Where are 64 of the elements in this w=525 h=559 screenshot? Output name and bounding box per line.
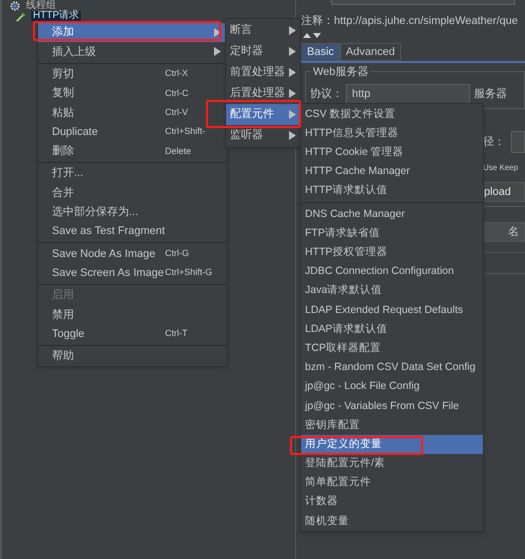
menu-item[interactable]: jp@gc - Lock File Config [301,378,483,397]
menu-item[interactable]: LDAP请求默认值 [301,320,483,340]
menu-item[interactable]: Toggle Ctrl-T [38,324,227,344]
menu-item[interactable]: 断言 [226,20,300,41]
menu-item[interactable]: 插入上级 [38,42,227,62]
protocol-field[interactable]: http [346,84,470,105]
menu-item[interactable]: 后置处理器 [226,83,300,104]
menu-item[interactable]: 剪切 Ctrl-X [38,64,227,84]
comment-label: 注释： [301,14,334,29]
menu-item[interactable]: TCP取样器配置 [301,339,483,358]
menu-item[interactable]: JDBC Connection Configuration [301,262,483,282]
path-label: 径： [483,134,505,150]
menu-item[interactable]: 复制 Ctrl-C [38,84,227,104]
column-header: 名 [508,224,519,240]
menu-item[interactable]: Save Node As Image Ctrl-G [38,244,227,264]
server-label: 服务器 [474,86,507,102]
submenu-arrow-icon [289,110,296,119]
submenu-arrow-icon [289,68,296,77]
collapse-arrows-icon [303,32,323,39]
menu-item[interactable]: 选中部分保存为... [38,202,227,222]
menu-item[interactable]: HTTP信息头管理器 [301,124,483,144]
comment-field[interactable]: http://apis.juhe.cn/simpleWeather/que [334,12,525,30]
menu-item[interactable]: 帮助 [38,346,227,366]
menu-item[interactable]: jp@gc - Variables From CSV File [301,396,483,416]
tree-item[interactable]: 线程组 [24,1,58,11]
menu-item[interactable]: 合并 [38,183,227,203]
gear-icon [10,1,20,11]
path-field[interactable] [511,131,525,153]
menu-item[interactable]: bzm - Random CSV Data Set Config [301,358,483,378]
protocol-label: 协议： [310,86,344,102]
menu-item[interactable]: 监听器 [226,125,300,146]
menu-item[interactable]: Duplicate Ctrl+Shift- [38,122,227,142]
tab[interactable]: Advanced [340,43,401,61]
menu-item[interactable]: 计数器 [301,492,483,512]
menu-item[interactable]: 配置元件 [226,104,300,125]
menu-item[interactable]: 登陆配置元件/素 [301,454,483,474]
menu-item[interactable]: 打开... [38,164,227,184]
menu-item[interactable]: CSV 数据文件设置 [301,105,483,124]
menu-item[interactable]: Java请求默认值 [301,282,483,301]
submenu-arrow-icon [289,131,296,140]
submenu-arrow-icon [289,26,296,35]
menu-item[interactable]: 定时器 [226,41,300,62]
submenu-arrow-icon [289,89,296,98]
menu-item[interactable]: 密钥库配置 [301,416,483,436]
menu-item[interactable]: FTP请求缺省值 [301,224,483,244]
menu-item[interactable]: LDAP Extended Request Defaults [301,300,483,320]
menu-item[interactable]: 前置处理器 [226,62,300,83]
tree-item[interactable]: HTTP请求 [31,11,82,21]
pipette-icon [16,10,27,22]
menu-item[interactable]: HTTP请求默认值 [301,182,483,201]
menu-item[interactable]: 粘贴 Ctrl-V [38,103,227,122]
menu-item[interactable]: 禁用 [38,305,227,324]
menu-item[interactable]: HTTP授权管理器 [301,243,483,262]
submenu-arrow-icon [289,47,296,56]
menu-item[interactable]: 删除 Delete [38,142,227,162]
upload-tab[interactable]: pload [483,182,525,202]
menu-item[interactable]: 随机变量 [301,512,483,532]
menu-item[interactable]: Save as Test Fragment [38,222,227,242]
menu-item[interactable]: 简单配置元件 [301,474,483,493]
menu-item[interactable]: HTTP Cache Manager [301,162,483,182]
tab[interactable]: Basic [301,43,340,61]
menu-item[interactable]: Save Screen As Image Ctrl+Shift-G [38,264,227,283]
menu-item[interactable]: DNS Cache Manager [301,204,483,224]
menu-item[interactable]: HTTP Cookie 管理器 [301,143,483,163]
